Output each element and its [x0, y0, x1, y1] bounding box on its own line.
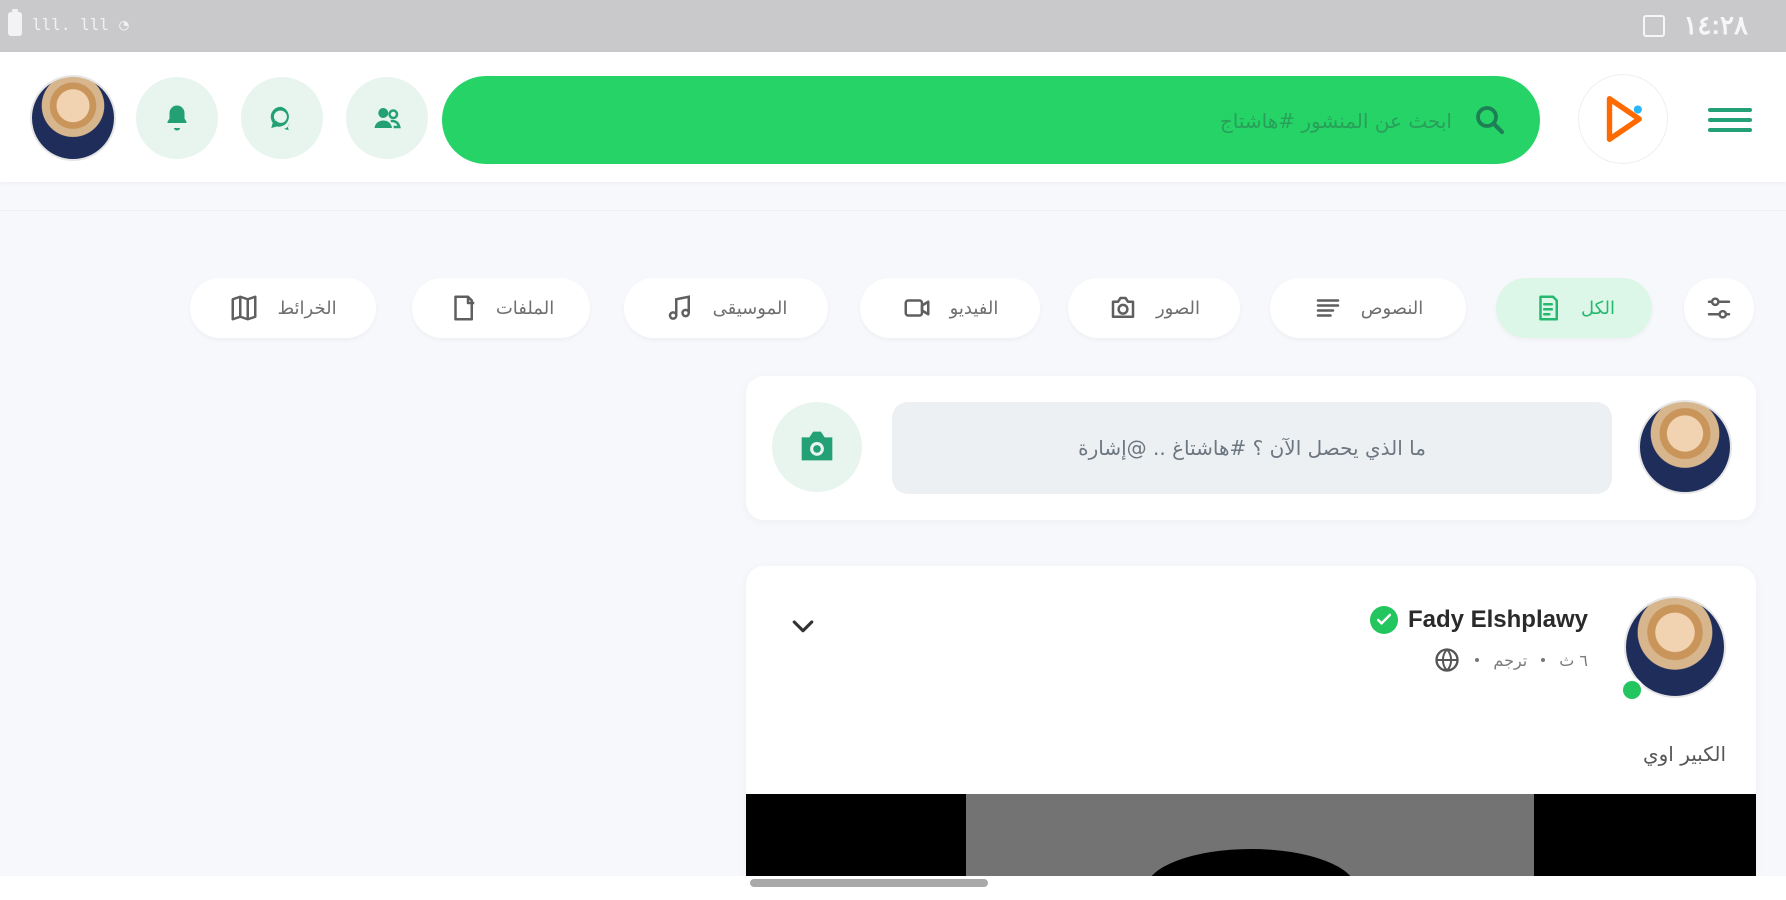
menu-line-icon	[1708, 128, 1752, 132]
filter-label: الملفات	[495, 297, 555, 319]
music-icon	[668, 295, 690, 320]
notifications-button[interactable]	[136, 77, 218, 159]
composer-avatar[interactable]	[1638, 400, 1732, 494]
camera-icon	[1111, 296, 1135, 318]
post-media[interactable]	[746, 794, 1756, 876]
post-filter-bar: الخرائط الملفات الموسيقى الفيديو الصور ا…	[190, 278, 1758, 342]
checkmark-icon	[1376, 613, 1392, 625]
camera-icon	[801, 431, 833, 461]
signal-text: lll. lll	[32, 14, 110, 34]
messages-button[interactable]	[241, 77, 323, 159]
media-image	[966, 794, 1534, 876]
play-logo-icon	[1606, 96, 1642, 142]
globe-icon	[1435, 648, 1460, 672]
video-icon	[904, 299, 930, 317]
filter-label: الصور	[1155, 297, 1201, 319]
filter-photos[interactable]: الصور	[1068, 278, 1240, 338]
post-time: ٦ ث	[1559, 650, 1588, 670]
filter-label: الخرائط	[277, 297, 337, 319]
filter-music[interactable]: الموسيقى	[624, 278, 828, 338]
filter-label: الموسيقى	[712, 297, 788, 319]
post-text: الكبير اوي	[1642, 742, 1726, 766]
document-icon	[1539, 295, 1558, 321]
composer-input[interactable]: ما الذي يحصل الآن ؟ #هاشتاغ .. @إشارة	[892, 402, 1612, 494]
file-icon	[454, 295, 475, 321]
meta-separator	[1541, 658, 1546, 662]
status-left: lll. lll ◔	[8, 9, 129, 36]
wifi-icon: ◔	[119, 14, 129, 34]
search-bar[interactable]	[442, 76, 1540, 164]
top-bar	[0, 52, 1786, 182]
notification-icon	[1643, 14, 1666, 37]
filter-video[interactable]: الفيديو	[860, 278, 1040, 338]
composer-camera-button[interactable]	[772, 402, 862, 492]
menu-line-icon	[1708, 118, 1752, 122]
friends-button[interactable]	[346, 77, 428, 159]
filter-label: الكل	[1580, 297, 1616, 319]
post-author-row: Fady Elshplawy	[1369, 606, 1588, 634]
media-shape	[1146, 849, 1356, 876]
menu-line-icon	[1708, 108, 1752, 112]
post-meta: ٦ ث ترجم	[1433, 646, 1588, 674]
status-right: ١٤:٢٨	[1643, 10, 1748, 41]
online-status-dot	[1620, 678, 1644, 702]
filter-label: النصوص	[1360, 297, 1424, 319]
chat-icon	[270, 106, 290, 131]
filter-all[interactable]: الكل	[1496, 278, 1652, 338]
filter-label: الفيديو	[949, 297, 999, 319]
text-lines-icon	[1316, 299, 1339, 317]
app-logo[interactable]	[1578, 74, 1668, 164]
meta-separator	[1475, 658, 1480, 662]
battery-icon	[8, 9, 22, 36]
search-input[interactable]	[750, 98, 1454, 144]
post-composer: ما الذي يحصل الآن ؟ #هاشتاغ .. @إشارة	[746, 376, 1756, 520]
post-author-name[interactable]: Fady Elshplawy	[1408, 606, 1588, 634]
chevron-down-icon[interactable]	[788, 612, 818, 642]
status-bar: lll. lll ◔ ١٤:٢٨	[0, 0, 1786, 52]
users-icon	[374, 108, 401, 129]
profile-avatar[interactable]	[30, 75, 116, 161]
search-icon	[1476, 106, 1505, 135]
verified-icon	[1369, 606, 1398, 634]
translate-link[interactable]: ترجم	[1493, 651, 1527, 670]
menu-button[interactable]	[1708, 102, 1752, 134]
sliders-icon	[1707, 297, 1731, 319]
home-indicator[interactable]	[750, 879, 988, 887]
header-divider	[0, 210, 1786, 211]
filter-settings-button[interactable]	[1684, 278, 1754, 338]
bell-icon	[167, 105, 187, 131]
filter-texts[interactable]: النصوص	[1270, 278, 1466, 338]
post-card: Fady Elshplawy ٦ ث ترجم الكبير اوي	[746, 566, 1756, 876]
map-icon	[231, 295, 257, 321]
filter-maps[interactable]: الخرائط	[190, 278, 376, 338]
status-time: ١٤:٢٨	[1683, 10, 1748, 40]
filter-files[interactable]: الملفات	[412, 278, 590, 338]
